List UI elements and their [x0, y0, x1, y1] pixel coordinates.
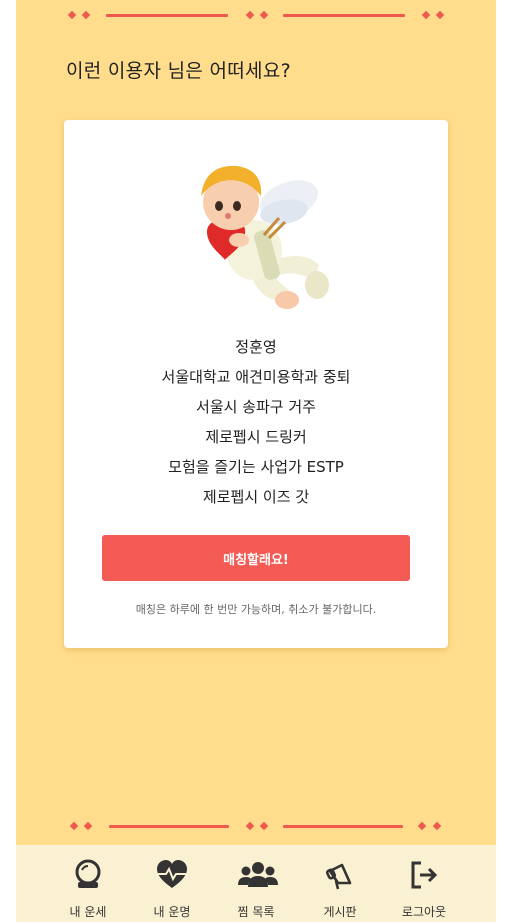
profile-name: 정훈영: [235, 338, 277, 356]
profile-line-motto: 제로펩시 이즈 갓: [202, 488, 310, 506]
bottom-decoration: [16, 818, 496, 834]
megaphone-icon: [325, 863, 352, 890]
logout-icon: [411, 861, 438, 889]
match-notice: 매칭은 하루에 한 번만 가능하며, 취소가 불가합니다.: [135, 603, 377, 616]
match-button[interactable]: 매칭할래요!: [102, 535, 410, 581]
nav-label-destiny: 내 운명: [153, 905, 191, 919]
nav-item-wishlist[interactable]: 찜 목록: [216, 845, 296, 922]
profile-line-drink: 제로펩시 드링커: [205, 428, 307, 446]
heart-pulse-icon: [157, 860, 187, 888]
profile-card: 정훈영 서울대학교 애견미용학과 중퇴 서울시 송파구 거주 제로펩시 드링커 …: [64, 120, 448, 648]
nav-item-board[interactable]: 게시판: [300, 845, 380, 922]
users-icon: [238, 862, 278, 887]
bottom-navbar: 내 운세 내 운명 찜 목록 게시판 로그아웃: [16, 845, 496, 922]
nav-item-fortune[interactable]: 내 운세: [48, 845, 128, 922]
page-heading: 이런 이용자 님은 어떠세요?: [66, 60, 291, 82]
nav-label-logout: 로그아웃: [401, 905, 447, 919]
cupid-illustration: [201, 165, 329, 309]
top-decoration: [16, 7, 496, 23]
profile-line-mbti: 모험을 즐기는 사업가 ESTP: [168, 458, 344, 476]
nav-item-destiny[interactable]: 내 운명: [132, 845, 212, 922]
crystal-ball-icon: [75, 859, 101, 888]
profile-info: 정훈영 서울대학교 애견미용학과 중퇴 서울시 송파구 거주 제로펩시 드링커 …: [64, 332, 448, 512]
nav-label-wishlist: 찜 목록: [237, 905, 275, 919]
nav-item-logout[interactable]: 로그아웃: [384, 845, 464, 922]
nav-label-fortune: 내 운세: [69, 905, 107, 919]
profile-line-school: 서울대학교 애견미용학과 중퇴: [161, 368, 351, 386]
profile-line-residence: 서울시 송파구 거주: [196, 398, 316, 416]
nav-label-board: 게시판: [323, 905, 357, 919]
app-screen: 이런 이용자 님은 어떠세요? 정훈영 서울대학교 애견미용학과 중퇴 서울시 …: [16, 0, 496, 922]
